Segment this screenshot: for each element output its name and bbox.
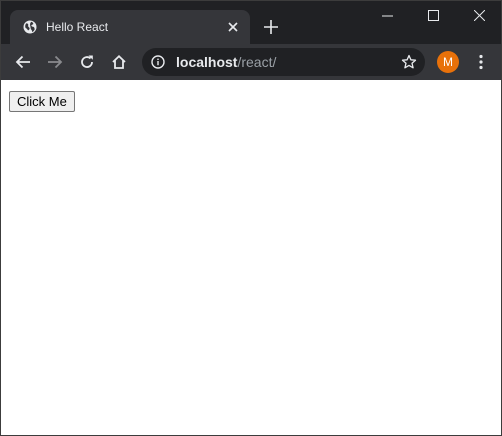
window-maximize-icon[interactable] <box>410 1 456 31</box>
tab-strip: Hello React <box>1 1 501 44</box>
url-host: localhost <box>176 54 238 70</box>
url-path: /react/ <box>237 54 277 70</box>
home-icon[interactable] <box>107 50 131 74</box>
bookmark-star-icon[interactable] <box>401 54 417 70</box>
site-info-icon[interactable] <box>151 55 165 69</box>
window-minimize-icon[interactable] <box>364 1 410 31</box>
new-tab-plus-icon[interactable] <box>261 17 281 37</box>
profile-avatar[interactable]: M <box>437 51 459 73</box>
click-me-button[interactable]: Click Me <box>9 91 75 112</box>
reload-icon[interactable] <box>75 50 99 74</box>
page-viewport: Click Me <box>1 80 501 435</box>
url-text: localhost/react/ <box>176 55 276 70</box>
tab-title: Hello React <box>46 20 109 34</box>
forward-arrow-icon[interactable] <box>43 50 67 74</box>
tab-hello-react[interactable]: Hello React <box>10 10 250 44</box>
kebab-menu-icon[interactable] <box>471 52 491 72</box>
tab-close-icon[interactable] <box>226 20 240 34</box>
address-bar[interactable]: localhost/react/ <box>142 48 425 76</box>
back-arrow-icon[interactable] <box>11 50 35 74</box>
browser-toolbar: localhost/react/ M <box>1 44 501 80</box>
window-close-icon[interactable] <box>456 1 501 31</box>
browser-window: Hello React localhost/react/ M Click Me <box>0 0 502 436</box>
globe-icon <box>23 20 37 34</box>
